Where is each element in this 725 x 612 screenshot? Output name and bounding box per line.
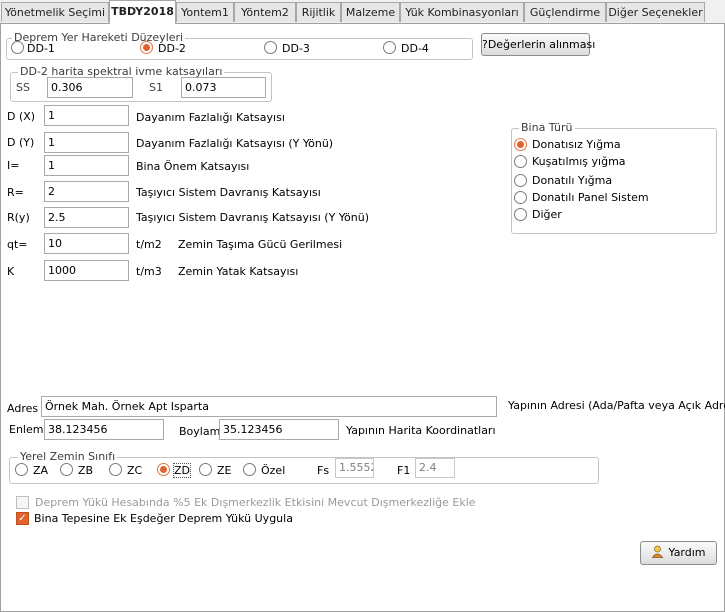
building-type-legend: Bina Türü — [519, 121, 575, 134]
help-button[interactable]: Yardım — [640, 541, 717, 565]
r-input[interactable]: 2 — [44, 181, 129, 202]
tab-rijitlik[interactable]: Rijitlik — [296, 2, 341, 22]
radio-zc-label: ZC — [127, 464, 143, 477]
ry-label: R(y) — [7, 211, 30, 224]
fs-input[interactable]: 1.5552 — [335, 458, 374, 478]
radio-kusatilmis-yigma[interactable] — [514, 155, 527, 168]
radio-kusatilmis-yigma-label: Kuşatılmış yığma — [532, 155, 626, 168]
ry-input[interactable]: 2.5 — [44, 207, 129, 228]
address-hint: Yapının Adresi (Ada/Pafta veya Açık Adre — [508, 399, 725, 412]
qt-desc: Zemin Taşıma Gücü Gerilmesi — [178, 238, 343, 251]
radio-donatili-yigma-label: Donatılı Yığma — [532, 174, 613, 187]
radio-donatili-yigma[interactable] — [514, 174, 527, 187]
radio-zd[interactable] — [157, 463, 170, 476]
radio-za[interactable] — [15, 463, 28, 476]
eccentricity-checkbox[interactable] — [16, 496, 29, 509]
f1-input[interactable]: 2.4 — [415, 458, 455, 478]
coords-hint: Yapının Harita Koordinatları — [346, 424, 496, 437]
address-label: Adres — [7, 402, 39, 415]
lon-input[interactable]: 35.123456 — [219, 419, 339, 440]
lon-label: Boylam — [179, 425, 221, 438]
i-label: I= — [7, 159, 20, 172]
lat-input[interactable]: 38.123456 — [44, 419, 164, 440]
radio-ozel-label: Özel — [261, 464, 286, 477]
k-unit: t/m3 — [136, 265, 162, 278]
radio-zc[interactable] — [109, 463, 122, 476]
dy-desc: Dayanım Fazlalığı Katsayısı (Y Yönü) — [136, 137, 334, 150]
f1-label: F1 — [397, 464, 411, 477]
tab-yontem2[interactable]: Yöntem2 — [234, 2, 296, 22]
top-load-checkbox-label: Bina Tepesine Ek Eşdeğer Deprem Yükü Uyg… — [34, 512, 293, 525]
i-desc: Bina Önem Katsayısı — [136, 160, 250, 173]
radio-zd-label: ZD — [172, 463, 192, 478]
top-load-checkbox[interactable]: ✓ — [16, 512, 29, 525]
radio-dd3-label: DD-3 — [282, 42, 310, 55]
tab-yonetmelik-secimi[interactable]: Yönetmelik Seçimi — [1, 2, 109, 22]
s1-label: S1 — [149, 81, 163, 94]
r-label: R= — [7, 186, 24, 199]
tab-yontem1[interactable]: Yontem1 — [176, 2, 234, 22]
qt-label: qt= — [7, 238, 28, 251]
check-icon: ✓ — [18, 513, 27, 524]
radio-donatili-panel-label: Donatılı Panel Sistem — [532, 191, 649, 204]
radio-dd2-label: DD-2 — [158, 42, 186, 55]
ry-desc: Taşıyıcı Sistem Davranış Katsayısı (Y Yö… — [136, 211, 370, 224]
qt-unit: t/m2 — [136, 238, 162, 251]
radio-diger[interactable] — [514, 208, 527, 221]
radio-ze-label: ZE — [217, 464, 232, 477]
tab-yuk-kombinasyonlari[interactable]: Yük Kombinasyonları — [400, 2, 524, 22]
qt-input[interactable]: 10 — [44, 233, 129, 254]
soil-class-legend: Yerel Zemin Sınıfı — [18, 450, 118, 463]
radio-ze[interactable] — [199, 463, 212, 476]
r-desc: Taşıyıcı Sistem Davranış Katsayısı — [136, 186, 321, 199]
radio-za-label: ZA — [33, 464, 49, 477]
ss-input[interactable]: 0.306 — [47, 77, 133, 98]
lat-label: Enlem — [9, 423, 44, 436]
k-label: K — [7, 265, 15, 278]
ss-label: SS — [16, 81, 30, 94]
fetch-values-button[interactable]: ?Değerlerin alınması — [481, 33, 595, 56]
radio-dd4-label: DD-4 — [401, 42, 429, 55]
fs-label: Fs — [317, 464, 330, 477]
tab-tbdy2018[interactable]: TBDY2018 — [109, 0, 176, 24]
dx-label: D (X) — [7, 110, 36, 123]
radio-dd1-label: DD-1 — [27, 42, 55, 55]
radio-dd1[interactable] — [11, 41, 24, 54]
dy-input[interactable]: 1 — [44, 132, 129, 153]
dy-label: D (Y) — [7, 136, 35, 149]
k-desc: Zemin Yatak Katsayısı — [178, 265, 299, 278]
tab-diger-secenekler[interactable]: Diğer Seçenekler — [606, 2, 705, 22]
radio-donatili-panel[interactable] — [514, 191, 527, 204]
tab-bar: Yönetmelik Seçimi TBDY2018 Yontem1 Yönte… — [0, 0, 725, 24]
radio-dd2[interactable] — [140, 41, 153, 54]
tab-malzeme[interactable]: Malzeme — [341, 2, 400, 22]
dx-input[interactable]: 1 — [44, 105, 129, 126]
s1-input[interactable]: 0.073 — [181, 77, 266, 98]
help-button-label: Yardım — [668, 546, 706, 559]
tab-guclendirme[interactable]: Güçlendirme — [524, 2, 606, 22]
address-input[interactable]: Örnek Mah. Örnek Apt Isparta — [41, 396, 497, 417]
radio-ozel[interactable] — [243, 463, 256, 476]
radio-dd3[interactable] — [264, 41, 277, 54]
i-input[interactable]: 1 — [44, 155, 129, 176]
k-input[interactable]: 1000 — [44, 260, 129, 281]
radio-donatisiz-yigma[interactable] — [514, 138, 527, 151]
radio-zb[interactable] — [60, 463, 73, 476]
radio-zb-label: ZB — [78, 464, 94, 477]
dx-desc: Dayanım Fazlalığı Katsayısı — [136, 111, 285, 124]
radio-dd4[interactable] — [383, 41, 396, 54]
help-icon — [651, 544, 664, 558]
eccentricity-checkbox-label: Deprem Yükü Hesabında %5 Ek Dışmerkezlik… — [35, 496, 476, 509]
radio-donatisiz-yigma-label: Donatısız Yığma — [532, 138, 621, 151]
tbdy2018-panel: Deprem Yer Hareketi Düzeyleri DD-1 DD-2 … — [0, 23, 725, 612]
radio-diger-label: Diğer — [532, 208, 562, 221]
